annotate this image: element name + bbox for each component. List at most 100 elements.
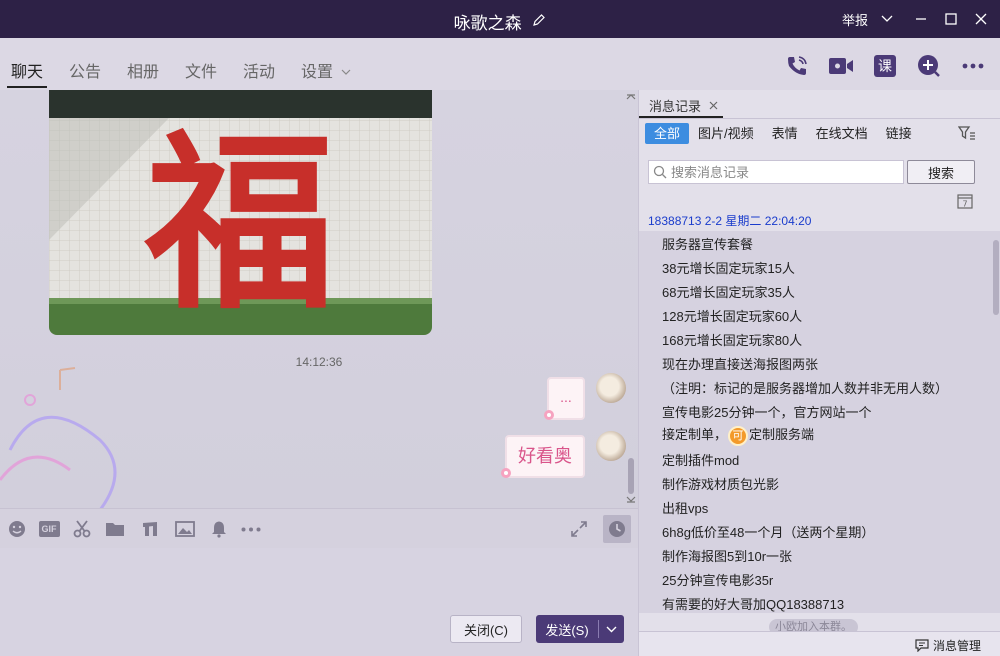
tab-settings-label: 设置: [301, 64, 334, 81]
calendar-icon[interactable]: 7: [957, 193, 973, 212]
send-label: 发送(S): [545, 622, 589, 638]
list-item: 制作海报图5到10r一张: [662, 549, 793, 564]
list-item: 现在办理直接送海报图两张: [662, 357, 819, 372]
group-name: 咏歌之森: [453, 14, 522, 33]
phone-icon[interactable]: [782, 52, 812, 80]
more-icon[interactable]: [240, 519, 262, 539]
list-item-text: 定制服务端: [749, 427, 815, 442]
scroll-thumb[interactable]: [628, 458, 634, 494]
chat-area[interactable]: Neon 福 14:12:36 ... 好看奥: [0, 90, 638, 508]
bubble-flower-icon: [544, 410, 554, 420]
class-icon[interactable]: 课: [870, 52, 900, 80]
tab-files[interactable]: 文件: [185, 58, 217, 82]
tab-bar: 聊天 公告 相册 文件 活动 设置 课: [0, 38, 1000, 90]
list-item: 宣传电影25分钟一个，官方网站一个: [662, 405, 872, 420]
more-icon[interactable]: [958, 52, 988, 80]
search-button[interactable]: 搜索: [907, 160, 975, 184]
message-history-panel: 消息记录 全部 图片/视频 表情 在线文档 链接 搜索 7 18388713 2…: [638, 90, 1000, 656]
filter-media[interactable]: 图片/视频: [689, 123, 763, 144]
expand-icon[interactable]: [569, 519, 589, 539]
avatar[interactable]: [596, 373, 626, 403]
tab-activity[interactable]: 活动: [243, 58, 275, 82]
list-item: 制作游戏材质包光影: [662, 477, 780, 492]
bell-icon[interactable]: [209, 519, 229, 539]
image-icon[interactable]: [175, 519, 195, 539]
list-item: 出租vps: [662, 501, 709, 516]
scroll-down-icon[interactable]: [626, 496, 636, 504]
tab-announcement[interactable]: 公告: [69, 58, 101, 82]
emoji-icon[interactable]: [7, 519, 27, 539]
list-item: 有需要的好大哥加QQ18388713: [662, 597, 845, 612]
search-input[interactable]: [671, 164, 891, 180]
calendar-day: 7: [962, 200, 967, 209]
list-item: 服务器宣传套餐: [662, 237, 754, 252]
tab-chat[interactable]: 聊天: [6, 58, 48, 88]
list-item: 接定制单，可定制服务端: [662, 424, 814, 446]
close-icon[interactable]: [966, 0, 996, 38]
history-scroll-thumb[interactable]: [993, 240, 999, 315]
neon-background-decoration: Neon: [0, 367, 117, 508]
header-actions: 课: [782, 52, 988, 80]
add-app-icon[interactable]: [914, 52, 944, 80]
chat-image[interactable]: 福: [49, 90, 432, 335]
bubble-flower-icon: [501, 468, 511, 478]
filter-stickers[interactable]: 表情: [763, 123, 807, 144]
divider: [639, 118, 1000, 119]
edit-icon[interactable]: [532, 12, 546, 32]
message-text: ...: [560, 389, 572, 405]
close-button[interactable]: 关闭(C): [450, 615, 522, 643]
video-call-icon[interactable]: [826, 52, 856, 80]
list-item: 38元增长固定玩家15人: [662, 261, 795, 276]
filter-links[interactable]: 链接: [877, 123, 921, 144]
photo-character: 福: [144, 114, 335, 335]
list-item: 定制插件mod: [662, 453, 740, 468]
avatar[interactable]: [596, 431, 626, 461]
list-item-text: 接定制单，: [662, 427, 728, 442]
history-footer: 消息管理: [639, 631, 1000, 656]
chevron-down-icon: [342, 69, 351, 76]
minimize-icon[interactable]: [906, 0, 936, 38]
close-icon[interactable]: [709, 101, 718, 110]
send-options-chevron-icon[interactable]: [599, 626, 624, 633]
list-item: 6h8g低价至48一个月（送两个星期）: [662, 525, 875, 540]
history-filters: 全部 图片/视频 表情 在线文档 链接: [645, 123, 921, 144]
report-link[interactable]: 举报: [842, 0, 868, 38]
history-clock-icon[interactable]: [603, 515, 631, 543]
filter-settings-icon[interactable]: [957, 125, 976, 144]
music-icon[interactable]: [140, 519, 160, 539]
list-item: （注明：标记的是服务器增加人数并非无用人数）: [662, 381, 949, 396]
chat-scrollbar[interactable]: [626, 90, 636, 508]
message-manager-button[interactable]: 消息管理: [915, 637, 981, 654]
gif-icon[interactable]: GIF: [38, 519, 60, 539]
maximize-icon[interactable]: [936, 0, 966, 38]
message-manager-label: 消息管理: [932, 639, 981, 653]
folder-icon[interactable]: [104, 519, 126, 539]
message-input-area[interactable]: 关闭(C) 发送(S): [0, 548, 638, 656]
chevron-down-icon[interactable]: [872, 0, 902, 38]
input-toolbar: GIF: [0, 508, 638, 548]
history-message-list[interactable]: 服务器宣传套餐 38元增长固定玩家15人 68元增长固定玩家35人 128元增长…: [639, 231, 1000, 613]
history-tab[interactable]: 消息记录: [649, 96, 718, 115]
message-text: 好看奥: [518, 446, 572, 466]
search-icon: [653, 165, 667, 179]
tab-album[interactable]: 相册: [127, 58, 159, 82]
list-item: 128元增长固定玩家60人: [662, 309, 803, 324]
history-tab-label: 消息记录: [649, 99, 702, 114]
message-timestamp: 14:12:36: [295, 355, 343, 369]
title-bar: 咏歌之森 举报: [0, 0, 1000, 38]
list-item: 168元增长固定玩家80人: [662, 333, 803, 348]
filter-all[interactable]: 全部: [645, 123, 690, 144]
ke-emoji-icon: 可: [728, 425, 749, 446]
fu-wall-image: 福: [49, 90, 432, 335]
scissors-icon[interactable]: [72, 519, 92, 539]
scroll-up-icon[interactable]: [626, 92, 636, 100]
list-item: 68元增长固定玩家35人: [662, 285, 795, 300]
history-message-header: 18388713 2-2 星期二 22:04:20: [648, 214, 812, 228]
tab-settings[interactable]: 设置: [301, 58, 351, 82]
filter-docs[interactable]: 在线文档: [807, 123, 877, 144]
search-field[interactable]: [648, 160, 904, 184]
list-item: 25分钟宣传电影35r: [662, 573, 774, 588]
gif-label: GIF: [38, 521, 60, 537]
message-bubble[interactable]: 好看奥: [505, 435, 585, 478]
send-button[interactable]: 发送(S): [536, 615, 624, 643]
